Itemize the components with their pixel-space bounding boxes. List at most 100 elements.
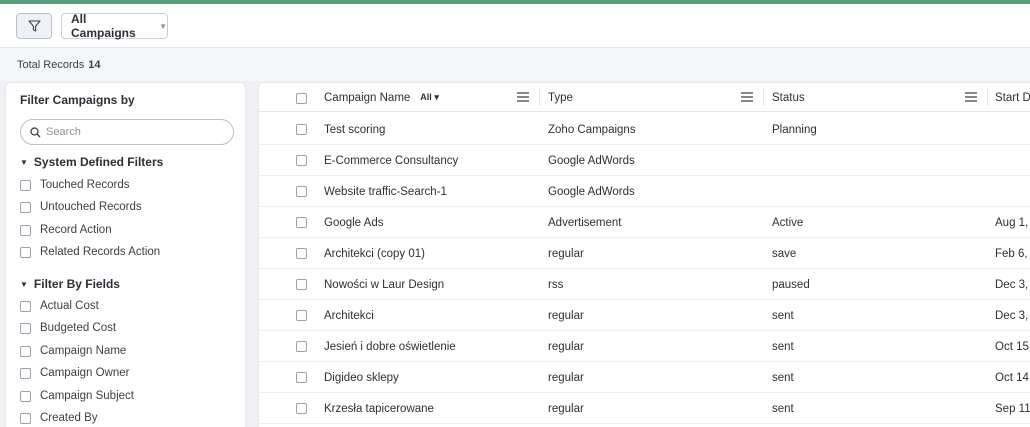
filter-toggle-button[interactable] xyxy=(16,13,52,39)
cell-start-date: Oct 15, xyxy=(995,340,1030,353)
column-divider[interactable] xyxy=(763,89,764,106)
cell-campaign-name[interactable]: Krzesła tapicerowane xyxy=(324,393,434,424)
table-row[interactable]: E-Commerce Consultancy Google AdWords xyxy=(259,145,1030,176)
cell-start-date: Dec 3, 2 xyxy=(995,278,1030,291)
row-checkbox[interactable] xyxy=(296,341,307,352)
cell-campaign-name[interactable]: Architekci xyxy=(324,300,374,331)
filter-label: Related Records Action xyxy=(40,246,161,258)
filter-untouched-records[interactable]: Untouched Records xyxy=(20,201,142,213)
search-icon xyxy=(30,126,41,137)
filter-touched-records[interactable]: Touched Records xyxy=(20,179,130,191)
filter-label: Actual Cost xyxy=(40,300,99,312)
checkbox[interactable] xyxy=(20,179,31,191)
search-input[interactable] xyxy=(46,126,216,138)
cell-campaign-name[interactable]: Jesień i dobre oświetlenie xyxy=(324,331,456,362)
column-divider[interactable] xyxy=(539,89,540,106)
filter-campaign-owner[interactable]: Campaign Owner xyxy=(20,367,129,379)
row-checkbox[interactable] xyxy=(296,186,307,197)
column-status[interactable]: Status xyxy=(772,83,987,112)
filter-label: Untouched Records xyxy=(40,201,142,213)
campaigns-table: Campaign Name All ▾ Type Status Start D … xyxy=(258,82,1030,427)
view-selector[interactable]: All Campaigns ▼ xyxy=(61,12,168,40)
filter-campaign-subject[interactable]: Campaign Subject xyxy=(20,390,134,402)
records-label: Total Records xyxy=(17,58,85,71)
select-all-checkbox[interactable] xyxy=(296,93,307,104)
cell-campaign-name[interactable]: Google Ads xyxy=(324,207,383,238)
column-divider[interactable] xyxy=(987,89,988,106)
records-count: 14 xyxy=(88,58,101,71)
row-checkbox[interactable] xyxy=(296,310,307,321)
table-header: Campaign Name All ▾ Type Status Start D xyxy=(259,83,1030,112)
table-row[interactable]: Nowości w Laur Design rss paused Dec 3, … xyxy=(259,269,1030,300)
table-row[interactable]: Architekci (copy 01) regular save Feb 6,… xyxy=(259,238,1030,269)
cell-status: Active xyxy=(772,216,804,229)
row-checkbox[interactable] xyxy=(296,248,307,259)
checkbox[interactable] xyxy=(20,246,31,258)
cell-campaign-name[interactable]: Digideo sklepy xyxy=(324,362,399,393)
filter-created-by[interactable]: Created By xyxy=(20,412,98,424)
column-type[interactable]: Type xyxy=(548,83,763,112)
field-filters-toggle[interactable]: ▼ Filter By Fields xyxy=(20,277,120,291)
filter-label: Campaign Name xyxy=(40,345,127,357)
cell-status: paused xyxy=(772,278,810,291)
checkbox[interactable] xyxy=(20,367,31,379)
checkbox[interactable] xyxy=(20,224,31,236)
cell-type: regular xyxy=(548,340,584,353)
cell-campaign-name[interactable]: Nowości w Laur Design xyxy=(324,269,444,300)
cell-status: sent xyxy=(772,309,794,322)
filter-campaign-name[interactable]: Campaign Name xyxy=(20,345,126,357)
table-row[interactable]: Krzesła tapicerowane regular sent Sep 11… xyxy=(259,393,1030,424)
filter-record-action[interactable]: Record Action xyxy=(20,224,112,236)
row-checkbox[interactable] xyxy=(296,279,307,290)
filter-related-records-action[interactable]: Related Records Action xyxy=(20,246,160,258)
row-checkbox[interactable] xyxy=(296,372,307,383)
caret-down-icon: ▼ xyxy=(20,279,28,289)
cell-start-date: Dec 3, 2 xyxy=(995,309,1030,322)
column-label: Type xyxy=(548,91,573,104)
cell-campaign-name[interactable]: Test scoring xyxy=(324,114,385,145)
column-menu-icon[interactable] xyxy=(965,92,977,102)
table-row[interactable]: Digideo sklepy regular sent Oct 14, xyxy=(259,362,1030,393)
table-row[interactable]: Google Ads Advertisement Active Aug 1, 2 xyxy=(259,207,1030,238)
column-label: Start D xyxy=(995,91,1030,104)
table-row[interactable]: Test scoring Zoho Campaigns Planning xyxy=(259,114,1030,145)
checkbox[interactable] xyxy=(20,300,31,312)
table-row[interactable]: Website traffic-Search-1 Google AdWords xyxy=(259,176,1030,207)
cell-start-date: Feb 6, 2 xyxy=(995,247,1030,260)
cell-campaign-name[interactable]: E-Commerce Consultancy xyxy=(324,145,458,176)
system-filters-toggle[interactable]: ▼ System Defined Filters xyxy=(20,155,163,169)
funnel-icon xyxy=(27,20,41,32)
filter-budgeted-cost[interactable]: Budgeted Cost xyxy=(20,322,116,334)
table-row[interactable]: Jesień i dobre oświetlenie regular sent … xyxy=(259,331,1030,362)
checkbox[interactable] xyxy=(20,390,31,402)
filter-label: Campaign Owner xyxy=(40,367,130,379)
name-filter-dropdown[interactable]: All ▾ xyxy=(420,92,439,103)
toolbar: All Campaigns ▼ xyxy=(0,4,1030,48)
column-label: Campaign Name xyxy=(324,91,411,104)
cell-status: sent xyxy=(772,402,794,415)
table-row[interactable]: Architekci regular sent Dec 3, 2 xyxy=(259,300,1030,331)
cell-type: regular xyxy=(548,309,584,322)
cell-type: regular xyxy=(548,371,584,384)
checkbox[interactable] xyxy=(20,345,31,357)
checkbox[interactable] xyxy=(20,201,31,213)
cell-type: Google AdWords xyxy=(548,185,635,198)
checkbox[interactable] xyxy=(20,412,31,424)
row-checkbox[interactable] xyxy=(296,403,307,414)
column-start-date[interactable]: Start D xyxy=(995,83,1030,112)
checkbox[interactable] xyxy=(20,322,31,334)
row-checkbox[interactable] xyxy=(296,155,307,166)
row-checkbox[interactable] xyxy=(296,217,307,228)
cell-campaign-name[interactable]: Architekci (copy 01) xyxy=(324,238,425,269)
filter-actual-cost[interactable]: Actual Cost xyxy=(20,300,99,312)
column-menu-icon[interactable] xyxy=(741,92,753,102)
cell-campaign-name[interactable]: Website traffic-Search-1 xyxy=(324,176,447,207)
cell-type: regular xyxy=(548,402,584,415)
search-field[interactable] xyxy=(20,119,234,145)
filter-label: Budgeted Cost xyxy=(40,322,117,334)
filter-label: Campaign Subject xyxy=(40,390,134,402)
column-campaign-name[interactable]: Campaign Name All ▾ xyxy=(324,83,539,112)
column-menu-icon[interactable] xyxy=(517,92,529,102)
records-summary: Total Records 14 xyxy=(0,48,1030,81)
row-checkbox[interactable] xyxy=(296,124,307,135)
